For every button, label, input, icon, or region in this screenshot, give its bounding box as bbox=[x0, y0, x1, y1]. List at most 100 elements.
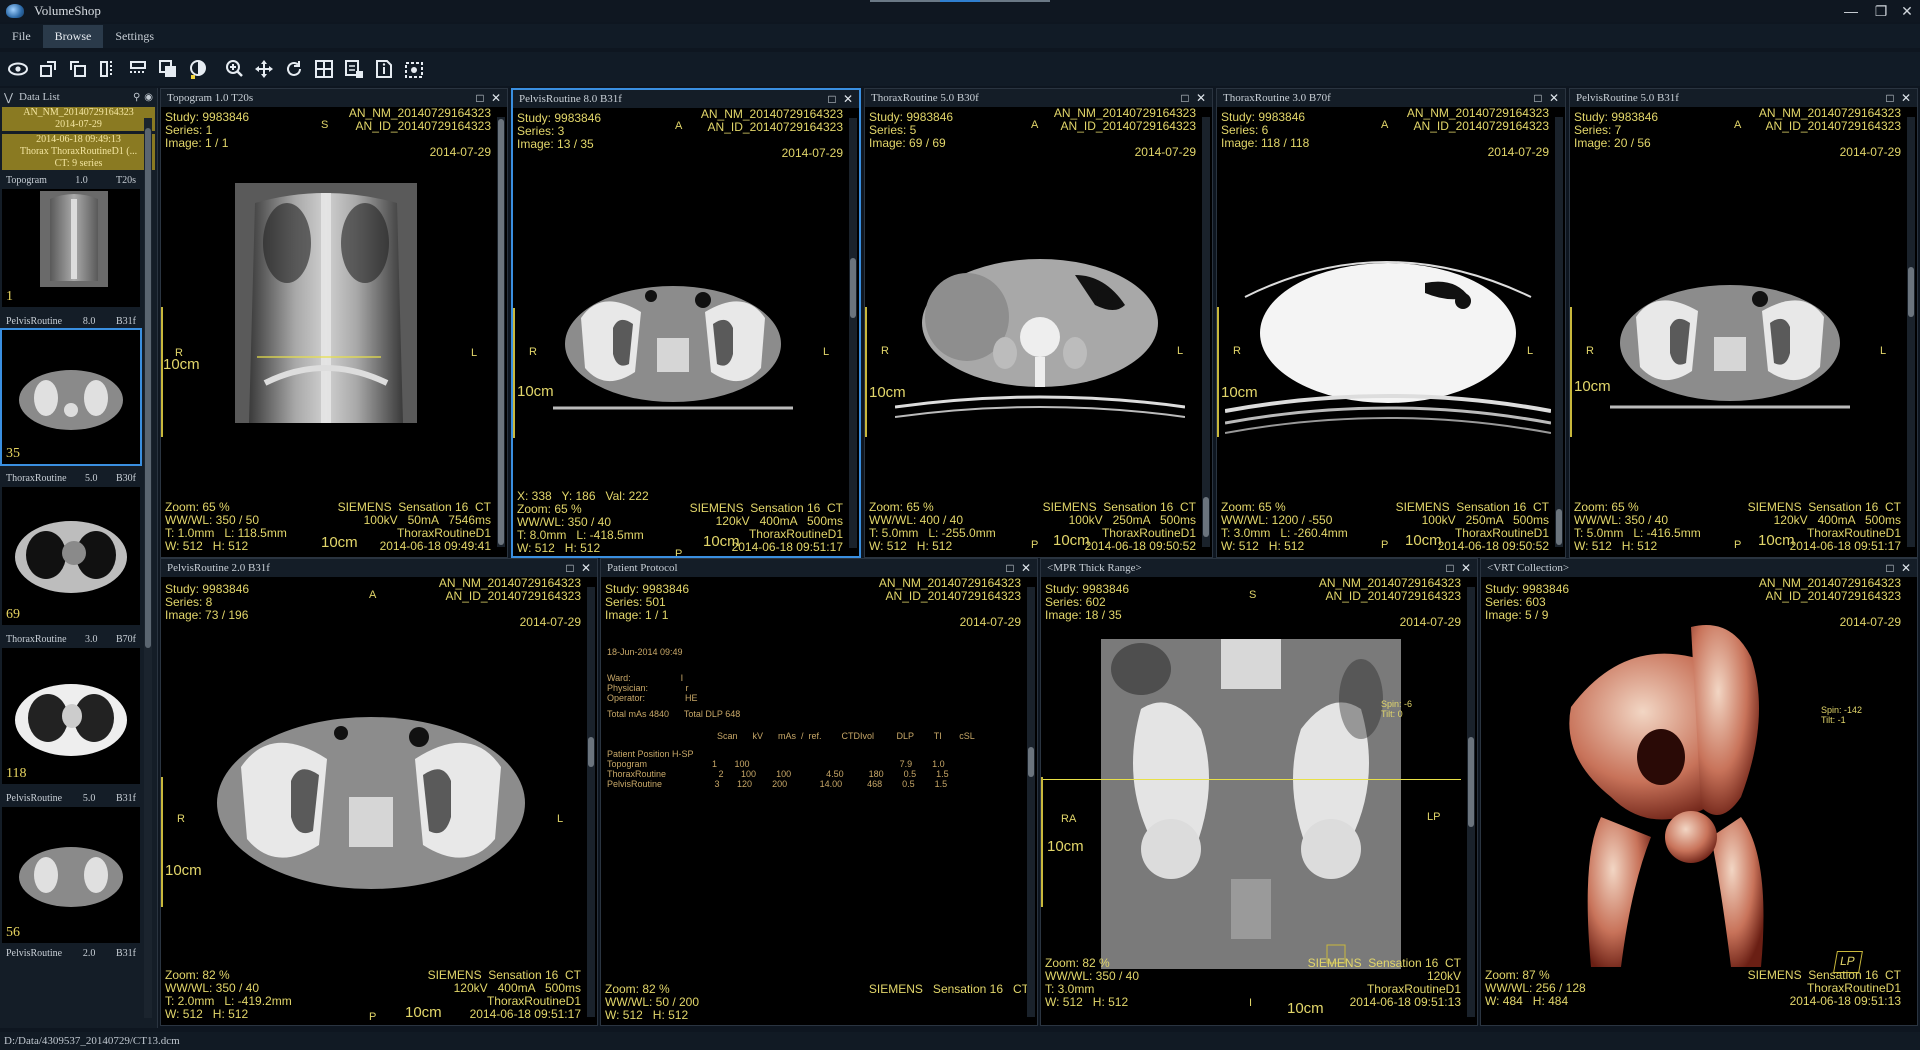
vertical-scale-bar bbox=[865, 307, 867, 437]
maximize-icon[interactable]: □ bbox=[1178, 91, 1192, 105]
maximize-icon[interactable]: □ bbox=[825, 92, 839, 106]
sidebar-scrollbar[interactable] bbox=[144, 118, 152, 1018]
viewport-title: ThoraxRoutine 5.0 B30f bbox=[871, 92, 979, 104]
maximize-icon[interactable]: □ bbox=[1443, 561, 1457, 575]
menu-settings[interactable]: Settings bbox=[103, 25, 166, 48]
series-thumbnail[interactable]: 35 bbox=[0, 328, 142, 466]
maximize-icon[interactable]: □ bbox=[1883, 91, 1897, 105]
maximize-icon[interactable]: □ bbox=[563, 561, 577, 575]
series-item[interactable]: ThoraxRoutine 5.0 B30f 69 bbox=[2, 470, 140, 625]
vertical-scale-bar bbox=[161, 777, 163, 907]
viewport-scrollbar[interactable] bbox=[849, 118, 857, 548]
contrast-icon[interactable] bbox=[186, 57, 210, 81]
layers-icon[interactable] bbox=[156, 57, 180, 81]
rotate-icon[interactable] bbox=[36, 57, 60, 81]
orientation-left: R bbox=[529, 346, 537, 358]
viewport-pelvis-2[interactable]: PelvisRoutine 2.0 B31f □ ✕ Study: 998384… bbox=[160, 558, 598, 1026]
volume-render-pelvis-image bbox=[1569, 625, 1764, 967]
collapse-icon[interactable]: ⋁ bbox=[4, 91, 13, 104]
menu-browse[interactable]: Browse bbox=[42, 24, 104, 48]
series-thumbnail[interactable]: 1 bbox=[2, 189, 140, 307]
menu-file[interactable]: File bbox=[0, 25, 43, 48]
viewport-mpr[interactable]: <MPR Thick Range> □ ✕ Study: 9983846 Ser… bbox=[1040, 558, 1478, 1026]
series-group[interactable]: 2014-06-18 09:49:13 Thorax ThoraxRoutine… bbox=[2, 134, 155, 170]
ct-lung-window-image bbox=[1225, 261, 1551, 434]
viewport-pelvis-8[interactable]: PelvisRoutine 8.0 B31f □ ✕ Study: 998384… bbox=[511, 88, 861, 558]
minimize-icon[interactable]: — bbox=[1836, 0, 1866, 22]
overlay-top-right: AN_NM_20140729164323 AN_ID_2014072916432… bbox=[1318, 576, 1461, 629]
flip-icon[interactable] bbox=[66, 57, 90, 81]
close-icon[interactable]: ✕ bbox=[841, 92, 855, 106]
viewport-topogram[interactable]: Topogram 1.0 T20s □ ✕ Study: 9983846 Ser… bbox=[160, 88, 508, 558]
visibility-icon[interactable]: ◉ bbox=[144, 92, 153, 103]
info-icon[interactable] bbox=[372, 57, 396, 81]
orientation-bottom: P bbox=[369, 1011, 377, 1023]
maximize-icon[interactable]: □ bbox=[1883, 561, 1897, 575]
series-item[interactable]: ThoraxRoutine 3.0 B70f 118 bbox=[2, 631, 140, 784]
grid-icon[interactable] bbox=[312, 57, 336, 81]
pan-icon[interactable] bbox=[252, 57, 276, 81]
close-icon[interactable]: ✕ bbox=[1899, 91, 1913, 105]
viewport-header: PelvisRoutine 8.0 B31f □ ✕ bbox=[513, 90, 859, 108]
pin-icon[interactable]: ⚲ bbox=[133, 92, 140, 103]
viewport-title: PelvisRoutine 5.0 B31f bbox=[1576, 92, 1679, 104]
bottom-scale-label: 10cm bbox=[1053, 532, 1090, 549]
close-icon[interactable]: ✕ bbox=[489, 91, 503, 105]
close-icon[interactable]: ✕ bbox=[579, 561, 593, 575]
series-item[interactable]: PelvisRoutine 8.0 B31f 35 bbox=[0, 313, 142, 466]
close-icon[interactable]: ✕ bbox=[1019, 561, 1033, 575]
viewport-pelvis-5[interactable]: PelvisRoutine 5.0 B31f □ ✕ Study: 998384… bbox=[1569, 88, 1918, 558]
close-icon[interactable]: ✕ bbox=[1899, 561, 1913, 575]
viewport-scrollbar[interactable] bbox=[1467, 587, 1475, 1017]
maximize-icon[interactable]: □ bbox=[1531, 91, 1545, 105]
viewport-patient-protocol[interactable]: Patient Protocol □ ✕ Study: 9983846 Seri… bbox=[600, 558, 1038, 1026]
maximize-icon[interactable]: □ bbox=[473, 91, 487, 105]
capture-icon[interactable] bbox=[402, 57, 426, 81]
data-list-title: Data List bbox=[19, 91, 60, 103]
series-count: CT: 9 series bbox=[54, 158, 103, 169]
maximize-icon[interactable]: □ bbox=[1003, 561, 1017, 575]
viewport-scrollbar[interactable] bbox=[1027, 587, 1035, 1017]
vertical-scale-bar bbox=[1217, 307, 1219, 437]
viewport-scrollbar[interactable] bbox=[497, 117, 505, 547]
reset-icon[interactable] bbox=[282, 57, 306, 81]
close-icon[interactable]: ✕ bbox=[1459, 561, 1473, 575]
series-thumbnail[interactable]: 56 bbox=[2, 807, 140, 943]
viewport-title: Patient Protocol bbox=[607, 562, 678, 574]
export-icon[interactable] bbox=[342, 57, 366, 81]
overlay-top-left: Study: 9983846 Series: 6 Image: 118 / 11… bbox=[1221, 110, 1310, 150]
viewport-scrollbar[interactable] bbox=[1907, 117, 1915, 547]
study-item[interactable]: AN_NM_20140729164323 2014-07-29 bbox=[2, 107, 155, 131]
mpr-reference-line bbox=[1041, 779, 1461, 780]
close-window-icon[interactable]: ✕ bbox=[1892, 0, 1920, 22]
viewport-vrt[interactable]: <VRT Collection> □ ✕ LP Study: 9983846 S… bbox=[1480, 558, 1918, 1026]
series-thumbnail[interactable]: 118 bbox=[2, 648, 140, 784]
viewport-scrollbar[interactable] bbox=[587, 587, 595, 1017]
series-item[interactable]: Topogram 1.0 T20s 1 bbox=[2, 172, 140, 307]
viewport-thorax-3[interactable]: ThoraxRoutine 3.0 B70f □ ✕ Study: 998384… bbox=[1216, 88, 1566, 558]
viewport-thorax-5[interactable]: ThoraxRoutine 5.0 B30f □ ✕ Study: 998384… bbox=[864, 88, 1213, 558]
viewport-scrollbar[interactable] bbox=[1555, 117, 1563, 547]
series-item[interactable]: PelvisRoutine 2.0 B31f bbox=[2, 945, 140, 962]
slice-icon[interactable] bbox=[126, 57, 150, 81]
overlay-top-left: Study: 9983846 Series: 602 Image: 18 / 3… bbox=[1045, 582, 1130, 622]
overlay-bottom-right: SIEMENS Sensation 16 CT 120kV 400mA 500m… bbox=[427, 968, 581, 1021]
viewport-scrollbar[interactable] bbox=[1202, 117, 1210, 547]
close-icon[interactable]: ✕ bbox=[1547, 91, 1561, 105]
viewport-title: <VRT Collection> bbox=[1487, 562, 1570, 574]
orientation-bottom: P bbox=[1734, 539, 1742, 551]
overlay-top-right: AN_NM_20140729164323 AN_ID_2014072916432… bbox=[438, 576, 581, 629]
series-item[interactable]: PelvisRoutine 5.0 B31f 56 bbox=[2, 790, 140, 943]
series-thumbnail[interactable]: 69 bbox=[2, 487, 140, 625]
mirror-icon[interactable] bbox=[96, 57, 120, 81]
mpr-angle-readout: Spin: -6 Tilt: 0 bbox=[1381, 699, 1413, 719]
viewport-header: Topogram 1.0 T20s □ ✕ bbox=[161, 89, 507, 107]
orientation-top: A bbox=[369, 589, 377, 601]
eye-icon[interactable] bbox=[6, 57, 30, 81]
zoom-icon[interactable] bbox=[222, 57, 246, 81]
orientation-top: A bbox=[1381, 119, 1389, 131]
close-icon[interactable]: ✕ bbox=[1194, 91, 1208, 105]
viewport-header: <MPR Thick Range> □ ✕ bbox=[1041, 559, 1477, 577]
overlay-top-left: Study: 9983846 Series: 5 Image: 69 / 69 bbox=[869, 110, 954, 150]
series-label: PelvisRoutine 5.0 B31f bbox=[6, 793, 136, 804]
